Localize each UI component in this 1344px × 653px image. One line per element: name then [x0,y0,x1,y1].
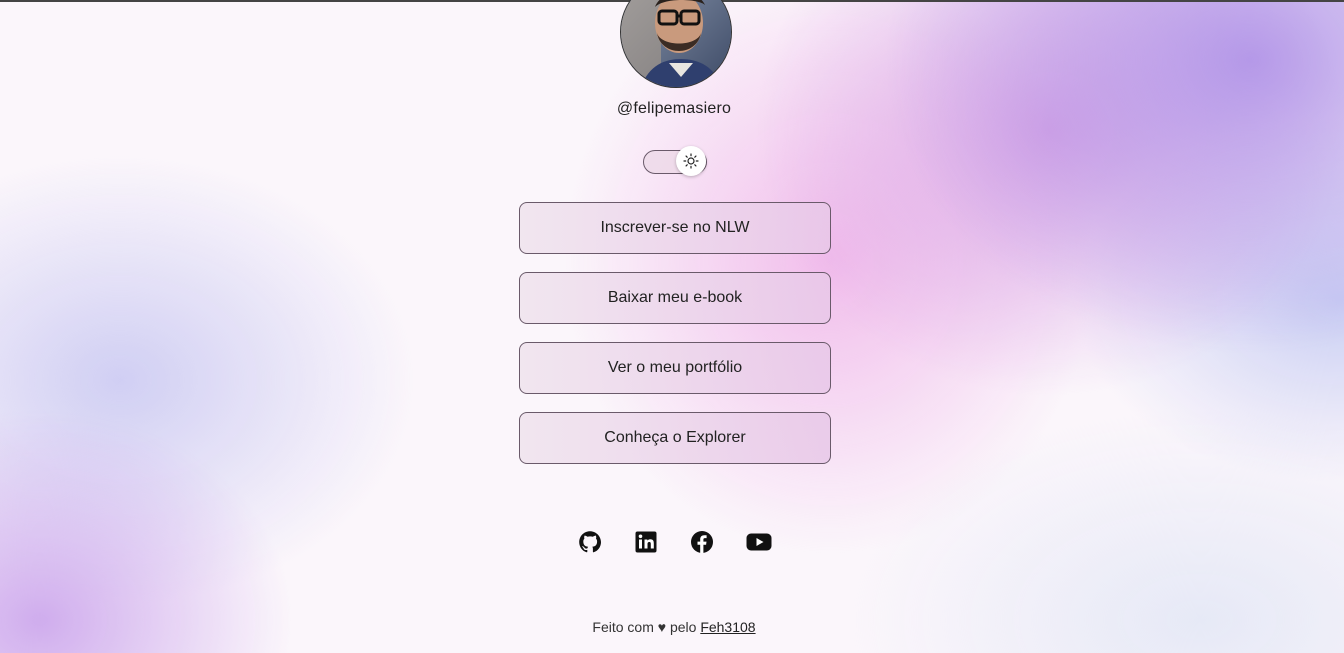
theme-toggle-knob[interactable] [676,146,706,176]
footer-text: Feito com ♥ pelo [592,619,701,635]
github-icon [579,531,601,553]
github-link[interactable] [578,530,602,554]
facebook-link[interactable] [690,530,714,554]
subscribe-nlw-button[interactable]: Inscrever-se no NLW [519,202,831,254]
portfolio-button[interactable]: Ver o meu portfólio [519,342,831,394]
links-list-item: Baixar meu e-book [519,272,831,324]
linkedin-link[interactable] [634,530,658,554]
page-container: @felipemasiero Inscrever-se no NLW Baixa… [0,0,1344,653]
youtube-link[interactable] [746,530,772,554]
links-list: Inscrever-se no NLW Baixar meu e-book Ve… [519,202,831,482]
links-list-item: Inscrever-se no NLW [519,202,831,254]
links-list-item: Ver o meu portfólio [519,342,831,394]
download-ebook-button[interactable]: Baixar meu e-book [519,272,831,324]
profile-avatar [620,0,732,88]
username: @felipemasiero [616,100,732,117]
sun-icon [683,153,699,169]
facebook-icon [691,531,713,553]
explorer-button[interactable]: Conheça o Explorer [519,412,831,464]
profile-photo [621,0,731,87]
links-list-item: Conheça o Explorer [519,412,831,464]
social-links [578,530,772,554]
youtube-icon [746,533,772,551]
footer: Feito com ♥ pelo Feh3108 [0,619,1344,635]
linkedin-icon [635,531,657,553]
theme-toggle-switch[interactable] [643,146,707,176]
author-link[interactable]: Feh3108 [700,619,755,635]
